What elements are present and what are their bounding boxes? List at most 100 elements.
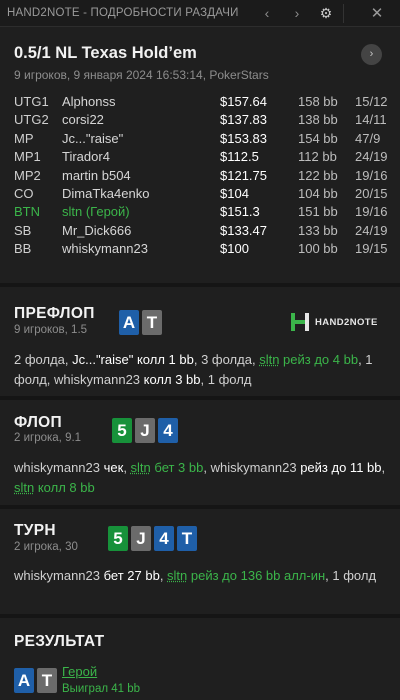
- player-name[interactable]: DimaTka4enko: [62, 186, 149, 201]
- player-stats: 19/16: [355, 204, 388, 220]
- section-divider: [0, 505, 400, 509]
- player-row[interactable]: CO DimaTka4enko $104 104 bb 20/15: [14, 185, 388, 204]
- hero-link[interactable]: sltn: [167, 568, 187, 583]
- player-stack: $112.5: [220, 149, 259, 165]
- preflop-title: ПРЕФЛОП: [14, 305, 95, 322]
- player-link[interactable]: whiskymann23: [54, 372, 140, 387]
- player-row[interactable]: SB Mr_Dick666 $133.47 133 bb 24/19: [14, 222, 388, 241]
- player-position: MP: [14, 130, 34, 146]
- player-position: BTN: [14, 204, 40, 220]
- player-name[interactable]: martin b504: [62, 168, 131, 183]
- player-stats: 19/15: [355, 241, 388, 257]
- board-card: J: [135, 418, 155, 443]
- hero-link[interactable]: sltn: [14, 480, 34, 495]
- player-stack-bb: 122 bb: [298, 167, 338, 183]
- player-row[interactable]: MP Jc..."raise" $153.83 154 bb 47/9: [14, 131, 386, 149]
- player-stats: 14/11: [355, 112, 387, 128]
- preflop-subtitle: 9 игроков, 1.5: [14, 324, 88, 336]
- player-position: BB: [14, 241, 32, 257]
- result-title: РЕЗУЛЬТАТ: [14, 633, 105, 650]
- player-link[interactable]: whiskymann23: [14, 460, 100, 475]
- player-row[interactable]: UTG2 corsi22 $137.83 138 bb 14/11: [14, 112, 387, 130]
- previous-hand-button[interactable]: ‹: [256, 3, 278, 24]
- player-position: CO: [14, 185, 34, 201]
- flop-subtitle: 2 игрока, 9.1: [14, 432, 82, 444]
- player-stack: $157.64: [220, 94, 267, 109]
- player-stack-bb: 112 bb: [298, 149, 337, 165]
- flop-title: ФЛОП: [14, 414, 62, 431]
- player-position: MP1: [14, 149, 41, 165]
- result-hero-link[interactable]: Герой: [62, 664, 97, 679]
- hero-link[interactable]: sltn: [259, 352, 279, 367]
- player-position: UTG1: [14, 94, 49, 109]
- player-stack: $100: [220, 241, 249, 257]
- board-card: 4: [158, 418, 178, 443]
- hand-title: 0.5/1 NL Texas Hold’em: [14, 44, 197, 62]
- hero-link[interactable]: sltn: [131, 460, 151, 475]
- hand-subtitle: 9 игроков, 9 января 2024 16:53:14, Poker…: [14, 68, 269, 82]
- turn-title: ТУРН: [14, 522, 56, 539]
- player-position: MP2: [14, 167, 41, 183]
- player-stack: $137.83: [220, 112, 267, 128]
- hand2note-logo-text: HAND2NOTE: [315, 317, 378, 328]
- player-name[interactable]: Mr_Dick666: [62, 223, 131, 238]
- player-name[interactable]: Alphonss: [62, 94, 115, 109]
- hero-card: T: [142, 310, 162, 335]
- player-stack: $121.75: [220, 167, 267, 183]
- player-link[interactable]: whiskymann23: [14, 568, 100, 583]
- player-stack: $133.47: [220, 222, 267, 238]
- player-stats: 24/19: [355, 149, 388, 165]
- player-name[interactable]: corsi22: [62, 112, 104, 127]
- player-row[interactable]: MP1 Tirador4 $112.5 112 bb 24/19: [14, 149, 388, 167]
- player-stack: $153.83: [220, 130, 267, 146]
- hand2note-logo: HAND2NOTE: [289, 311, 385, 333]
- settings-gear-icon[interactable]: ⚙: [315, 3, 337, 24]
- player-stack-bb: 151 bb: [298, 204, 338, 220]
- player-stats: 24/19: [355, 222, 388, 238]
- hero-card: A: [14, 668, 34, 693]
- board-card: J: [131, 526, 151, 551]
- player-stack: $151.3: [220, 204, 260, 220]
- title-bar-separator: [343, 4, 344, 23]
- player-position: UTG2: [14, 112, 49, 128]
- section-divider: [0, 614, 400, 618]
- player-stack-bb: 104 bb: [298, 185, 338, 201]
- board-card: 5: [108, 526, 128, 551]
- hero-player-name[interactable]: sltn (Герой): [62, 204, 130, 219]
- hero-card: T: [37, 668, 57, 693]
- hand-nav-chevron-icon[interactable]: ›: [361, 44, 382, 65]
- player-stats: 20/15: [355, 185, 388, 201]
- player-link[interactable]: whiskymann23: [211, 460, 297, 475]
- hero-player-row[interactable]: BTN sltn (Герой) $151.3 151 bb 19/16: [14, 204, 388, 222]
- player-name[interactable]: whiskymann23: [62, 241, 148, 256]
- next-hand-button[interactable]: ›: [286, 3, 308, 24]
- close-window-button[interactable]: ✕: [366, 3, 388, 24]
- player-row[interactable]: BB whiskymann23 $100 100 bb 19/15: [14, 241, 388, 259]
- player-stack: $104: [220, 185, 249, 201]
- player-stack-bb: 158 bb: [298, 94, 338, 109]
- turn-actions: whiskymann23 бет 27 bb, sltn рейз до 136…: [14, 568, 377, 583]
- hero-card: A: [119, 310, 139, 335]
- player-link[interactable]: Jc..."raise": [72, 352, 133, 367]
- player-name[interactable]: Jc..."raise": [62, 131, 123, 146]
- player-stack-bb: 133 bb: [298, 222, 338, 238]
- board-card: T: [177, 526, 197, 551]
- player-name[interactable]: Tirador4: [62, 149, 110, 164]
- result-win-text: Выиграл 41 bb: [62, 683, 141, 695]
- hand2note-logo-mark-icon: [291, 313, 309, 331]
- board-card: 4: [154, 526, 174, 551]
- player-stack-bb: 154 bb: [298, 130, 338, 146]
- player-stats: 19/16: [355, 167, 388, 183]
- section-divider: [0, 396, 400, 400]
- player-stats: 15/12: [355, 94, 388, 109]
- window-title: HAND2NOTE - ПОДРОБНОСТИ РАЗДАЧИ: [7, 7, 239, 19]
- player-row[interactable]: UTG1 Alphonss $157.64 158 bb 15/12: [14, 94, 388, 112]
- player-position: SB: [14, 222, 32, 238]
- title-bar: HAND2NOTE - ПОДРОБНОСТИ РАЗДАЧИ ‹ › ⚙ ✕: [0, 0, 400, 27]
- player-stats: 47/9: [355, 130, 381, 146]
- turn-subtitle: 2 игрока, 30: [14, 541, 78, 553]
- player-row[interactable]: MP2 martin b504 $121.75 122 bb 19/16: [14, 167, 388, 186]
- player-stack-bb: 100 bb: [298, 241, 338, 257]
- section-divider: [0, 283, 400, 287]
- players-table: UTG1 Alphonss $157.64 158 bb 15/12 UTG2 …: [14, 94, 388, 260]
